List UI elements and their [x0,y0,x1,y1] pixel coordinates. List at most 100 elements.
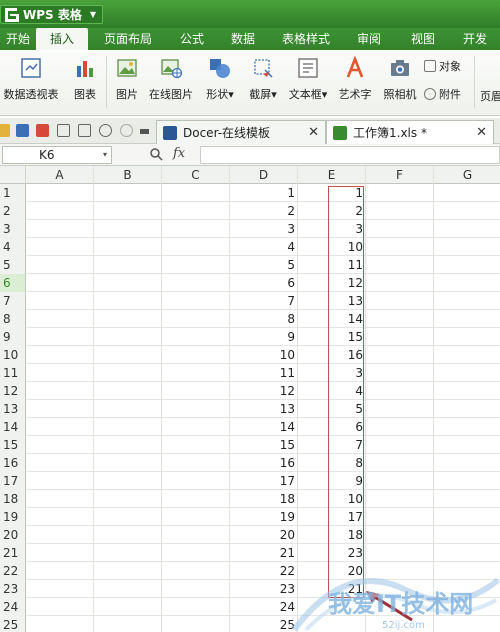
app-menu-button[interactable]: WPS 表格 ▼ [0,5,104,24]
row-header[interactable]: 18 [0,490,26,508]
row-header[interactable]: 22 [0,562,26,580]
textbox-button[interactable]: 文本框▾ [286,56,330,102]
column-header[interactable]: A [26,166,94,184]
cell-d[interactable]: 12 [230,382,298,400]
row-header[interactable]: 3 [0,220,26,238]
cell-d[interactable]: 14 [230,418,298,436]
row-header[interactable]: 2 [0,202,26,220]
table-row: 7 7 13 [0,292,500,310]
pivot-table-button[interactable]: 数据透视表 [2,56,60,102]
menu-tab[interactable]: 开发 [450,28,500,50]
row-header[interactable]: 17 [0,472,26,490]
row-header[interactable]: 20 [0,526,26,544]
cell-d[interactable]: 11 [230,364,298,382]
select-all-corner[interactable] [0,166,26,184]
screenshot-button[interactable]: 截屏▾ [243,56,283,102]
column-header[interactable]: B [94,166,162,184]
column-header[interactable]: E [298,166,366,184]
attachment-button[interactable]: 附件 [424,86,461,102]
row-header[interactable]: 9 [0,328,26,346]
row-header[interactable]: 1 [0,184,26,202]
row-header[interactable]: 7 [0,292,26,310]
row-header[interactable]: 11 [0,364,26,382]
column-header[interactable]: G [434,166,500,184]
cell-d[interactable]: 4 [230,238,298,256]
table-row: 10 10 16 [0,346,500,364]
tab-workbook[interactable]: 工作簿1.xls * ✕ [326,120,494,144]
cell-d[interactable]: 1 [230,184,298,202]
picture-button[interactable]: 图片 [112,56,142,102]
row-header[interactable]: 21 [0,544,26,562]
cell-d[interactable]: 9 [230,328,298,346]
camera-icon [391,60,409,76]
cell-d[interactable]: 20 [230,526,298,544]
menu-tab[interactable]: 页面布局 [88,28,168,50]
redo-icon[interactable] [120,124,133,137]
cell-d[interactable]: 13 [230,400,298,418]
menu-tab[interactable]: 表格样式 [270,28,342,50]
row-header[interactable]: 8 [0,310,26,328]
cell-d[interactable]: 8 [230,310,298,328]
docer-icon [163,125,177,140]
cell-d[interactable]: 6 [230,274,298,292]
menu-tab[interactable]: 插入 [36,28,88,50]
print-icon[interactable] [57,124,70,137]
cell-d[interactable]: 16 [230,454,298,472]
column-header[interactable]: F [366,166,434,184]
shapes-button[interactable]: 形状▾ [200,56,240,102]
tab-docer[interactable]: Docer-在线模板 ✕ [156,120,326,144]
row-header[interactable]: 24 [0,598,26,616]
name-box[interactable]: K6 ▾ [2,146,112,164]
wordart-button[interactable]: 艺术字 [336,56,374,102]
cell-d[interactable]: 15 [230,436,298,454]
zoom-icon[interactable] [149,147,163,161]
customize-toolbar-icon[interactable] [140,129,149,134]
menu-tab[interactable]: 视图 [396,28,450,50]
open-folder-icon[interactable] [0,124,10,137]
row-header[interactable]: 4 [0,238,26,256]
row-header[interactable]: 23 [0,580,26,598]
row-header[interactable]: 25 [0,616,26,632]
online-picture-button[interactable]: 在线图片 [146,56,196,102]
cell-d[interactable]: 5 [230,256,298,274]
formula-input[interactable] [200,146,500,164]
insert-function-button[interactable]: fx [173,146,185,161]
menu-tab[interactable]: 开始 [0,28,36,50]
cell-d[interactable]: 2 [230,202,298,220]
row-header[interactable]: 16 [0,454,26,472]
table-row: 14 14 6 [0,418,500,436]
chevron-down-icon: ▾ [228,88,234,101]
camera-button[interactable]: 照相机 [380,56,420,102]
header-button[interactable]: 页眉 [480,88,500,104]
row-header[interactable]: 5 [0,256,26,274]
chevron-down-icon[interactable]: ▾ [103,147,107,163]
cell-d[interactable]: 10 [230,346,298,364]
row-header[interactable]: 6 [0,274,26,292]
close-icon[interactable]: ✕ [308,125,319,140]
export-pdf-icon[interactable] [36,124,49,137]
menu-tab[interactable]: 审阅 [342,28,396,50]
cell-d[interactable]: 7 [230,292,298,310]
row-header[interactable]: 12 [0,382,26,400]
table-row: 17 17 9 [0,472,500,490]
attachment-icon [424,88,436,100]
chart-button[interactable]: 图表 [70,56,100,102]
menu-tab[interactable]: 公式 [168,28,216,50]
cell-d[interactable]: 19 [230,508,298,526]
undo-icon[interactable] [99,124,112,137]
save-icon[interactable] [16,124,29,137]
row-header[interactable]: 13 [0,400,26,418]
row-header[interactable]: 14 [0,418,26,436]
close-icon[interactable]: ✕ [476,125,487,140]
row-header[interactable]: 10 [0,346,26,364]
cell-d[interactable]: 3 [230,220,298,238]
column-header[interactable]: D [230,166,298,184]
cell-d[interactable]: 17 [230,472,298,490]
print-preview-icon[interactable] [78,124,91,137]
row-header[interactable]: 15 [0,436,26,454]
cell-d[interactable]: 18 [230,490,298,508]
column-header[interactable]: C [162,166,230,184]
menu-tab[interactable]: 数据 [216,28,270,50]
object-button[interactable]: 对象 [424,58,461,74]
row-header[interactable]: 19 [0,508,26,526]
